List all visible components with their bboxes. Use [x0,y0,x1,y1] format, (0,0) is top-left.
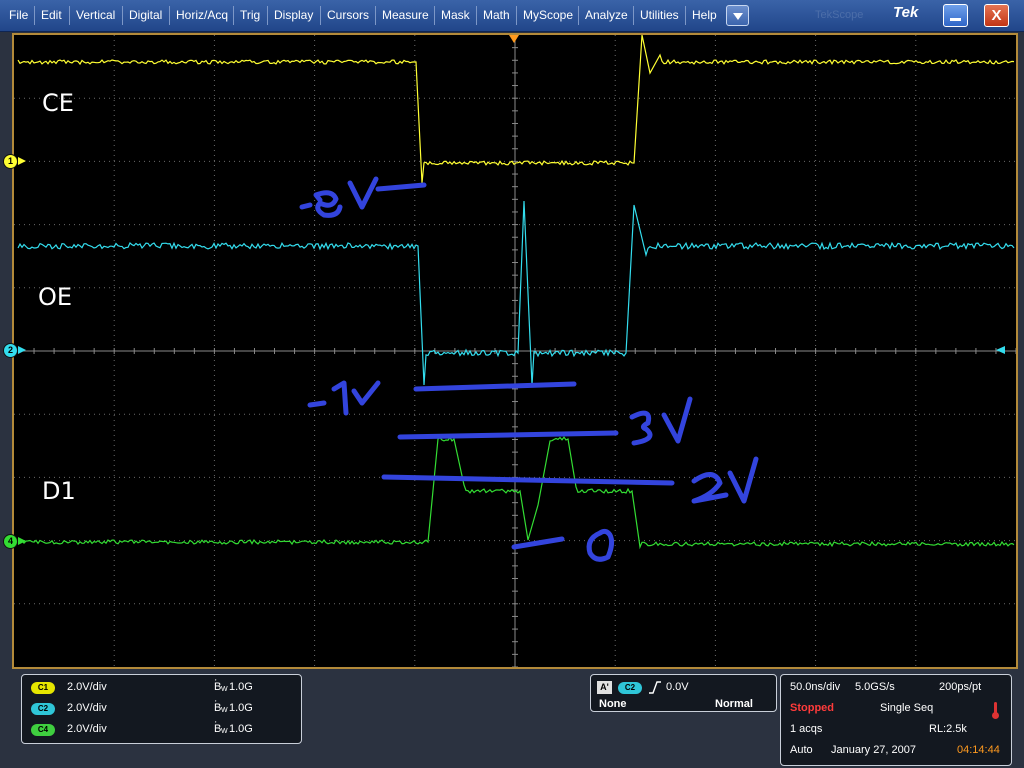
chevron-down-icon [733,13,743,20]
ch1-marker-arrow-icon [18,157,26,165]
horizontal-scale: 50.0ns/div [790,681,840,693]
menu-help[interactable]: Help [692,0,717,31]
annotation-neg-1v [310,383,378,413]
ch4-bandwidth: 1.0G [229,723,253,735]
trigger-mode: Normal [715,698,753,710]
ch2-bandwidth: 1.0G [229,702,253,714]
record-length: RL:2.5k [929,723,967,735]
ch2-badge[interactable]: C2 [31,703,55,715]
menu-cursors[interactable]: Cursors [327,0,369,31]
waveform-ch2-oe [18,201,1014,385]
ch4-bw-sub: W [221,728,228,735]
trigger-settings-panel[interactable]: A' C2 0.0V None Normal [590,674,777,712]
menu-separator [169,6,170,25]
menu-separator [685,6,686,25]
channel-label-d1: D1 [42,477,76,505]
menu-separator [233,6,234,25]
minimize-icon [950,18,961,21]
ch4-scale: 2.0V/div [67,723,107,735]
menu-separator [34,6,35,25]
rising-edge-icon [648,681,662,694]
ch2-marker-arrow-icon [18,346,26,354]
menu-digital[interactable]: Digital [129,0,162,31]
menu-separator [476,6,477,25]
trigger-position-icon[interactable] [509,35,519,43]
menu-analyze[interactable]: Analyze [585,0,628,31]
menu-utilities[interactable]: Utilities [640,0,679,31]
trigger-level: 0.0V [666,681,689,693]
menu-display[interactable]: Display [274,0,313,31]
menu-separator [267,6,268,25]
menu-myscope[interactable]: MyScope [523,0,573,31]
annotation-zero-dash [514,539,562,547]
close-button[interactable]: X [984,4,1009,27]
channel-label-oe: OE [38,283,72,311]
handwritten-annotations [302,179,756,559]
menu-separator [375,6,376,25]
annotation-zero [589,531,611,559]
acquisition-mode: Single Seq [880,702,933,714]
tek-logo: Tek [893,4,918,21]
thermometer-icon [994,702,997,714]
annotation-neg-0.8v [302,179,424,215]
waveform-ch4-d1 [18,437,1014,547]
acquisition-count: 1 acqs [790,723,822,735]
menu-separator [69,6,70,25]
acquisition-date: January 27, 2007 [831,744,916,756]
menu-mask[interactable]: Mask [441,0,470,31]
ch2-bw-sub: W [221,707,228,714]
trigger-coupling: None [599,698,627,710]
menu-bar: File Edit Vertical Digital Horiz/Acq Tri… [0,0,1024,32]
menu-separator [122,6,123,25]
annotation-3v [632,399,690,443]
channel-label-ce: CE [42,89,74,117]
trigger-ref-badge: A' [597,681,612,694]
annotation-2v [694,459,756,501]
trigger-source-badge: C2 [618,682,642,694]
graticule-and-waveforms [14,35,1016,667]
trigger-mode-auto: Auto [790,744,813,756]
trigger-level-arrow-icon[interactable] [996,346,1005,354]
menu-trig[interactable]: Trig [240,0,260,31]
graticule-grid [14,35,1016,667]
menu-measure[interactable]: Measure [382,0,429,31]
annotation-line-2v [384,477,672,483]
ch4-marker-arrow-icon [18,537,26,545]
minimize-button[interactable] [943,4,968,27]
annotation-line-3v [400,433,616,437]
menu-file[interactable]: File [9,0,28,31]
menu-separator [516,6,517,25]
resolution: 200ps/pt [939,681,981,693]
menu-separator [320,6,321,25]
menu-separator [633,6,634,25]
ch1-bw-sub: W [221,686,228,693]
waveform-display[interactable]: CE OE D1 [12,33,1018,669]
faded-product-name: TekScope [815,9,863,21]
ch4-ground-marker[interactable]: 4 [4,535,17,548]
ch2-scale: 2.0V/div [67,702,107,714]
acquisition-state: Stopped [790,702,834,714]
channel-settings-panel[interactable]: C1 2.0V/div ' B W 1.0G C2 2.0V/div ' B W… [21,674,302,744]
ch1-badge[interactable]: C1 [31,682,55,694]
menu-separator [434,6,435,25]
menu-horiz-acq[interactable]: Horiz/Acq [176,0,228,31]
ch1-scale: 2.0V/div [67,681,107,693]
ch2-ground-marker[interactable]: 2 [4,344,17,357]
ch4-badge[interactable]: C4 [31,724,55,736]
status-area: C1 2.0V/div ' B W 1.0G C2 2.0V/div ' B W… [0,670,1024,768]
timebase-panel[interactable]: 50.0ns/div 5.0GS/s 200ps/pt Stopped Sing… [780,674,1012,766]
acquisition-time: 04:14:44 [957,744,1000,756]
menu-separator [578,6,579,25]
ch1-ground-marker[interactable]: 1 [4,155,17,168]
menu-math[interactable]: Math [483,0,510,31]
ch1-bandwidth: 1.0G [229,681,253,693]
menu-vertical[interactable]: Vertical [76,0,115,31]
annotation-line-1v [416,384,574,389]
waveform-ch1-ce [18,35,1014,183]
sample-rate: 5.0GS/s [855,681,895,693]
menu-edit[interactable]: Edit [41,0,62,31]
menu-dropdown-button[interactable] [726,5,749,26]
